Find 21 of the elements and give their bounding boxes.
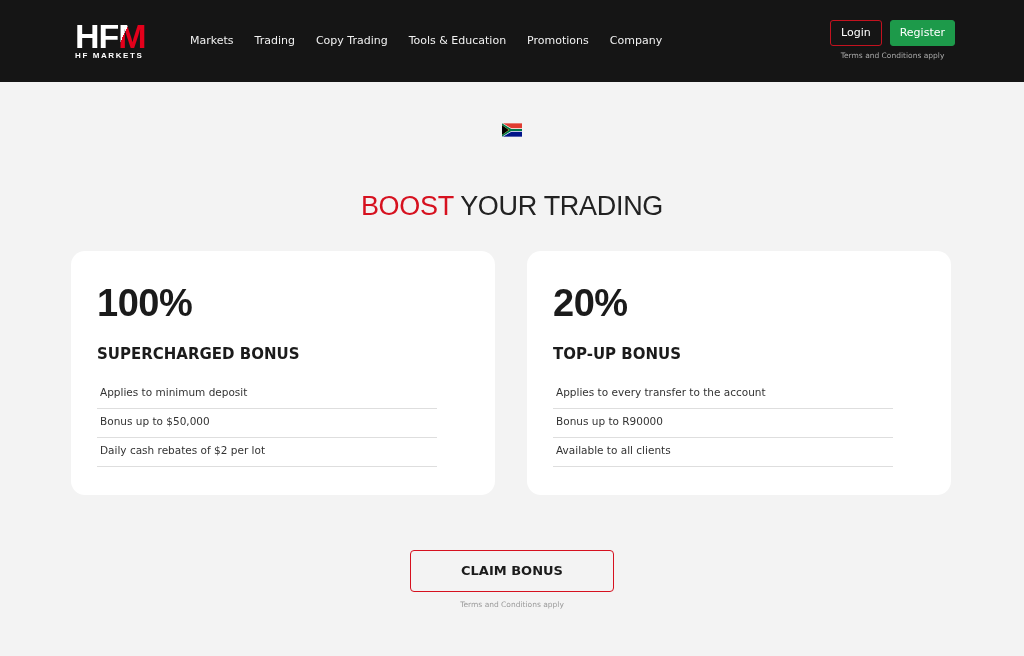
- claim-bonus-button[interactable]: CLAIM BONUS: [410, 550, 614, 592]
- feature-item: Daily cash rebates of $2 per lot: [97, 438, 437, 467]
- register-button[interactable]: Register: [889, 20, 955, 47]
- nav-link[interactable]: Company: [609, 32, 663, 50]
- bonus-amount: 100%: [97, 281, 194, 325]
- south-africa-flag-icon: [502, 123, 522, 137]
- login-button[interactable]: Login: [830, 20, 882, 47]
- feature-item: Available to all clients: [553, 438, 893, 467]
- bonus-title: TOP-UP BONUS: [553, 344, 683, 364]
- nav-link[interactable]: Copy Trading: [315, 32, 388, 50]
- nav-link[interactable]: Tools & Education: [408, 32, 507, 50]
- feature-item: Applies to minimum deposit: [97, 380, 437, 409]
- bonus-title: SUPERCHARGED BONUS: [97, 344, 301, 364]
- page-heading: BOOST YOUR TRADING: [359, 190, 665, 223]
- bonus-amount: 20%: [553, 281, 629, 325]
- nav-link[interactable]: Trading: [254, 32, 295, 50]
- feature-item: Bonus up to R90000: [553, 409, 893, 438]
- feature-item: Applies to every transfer to the account: [553, 380, 893, 409]
- nav-link[interactable]: Markets: [190, 32, 234, 50]
- feature-item: Bonus up to $50,000: [97, 409, 437, 438]
- nav-link[interactable]: Promotions: [527, 32, 589, 50]
